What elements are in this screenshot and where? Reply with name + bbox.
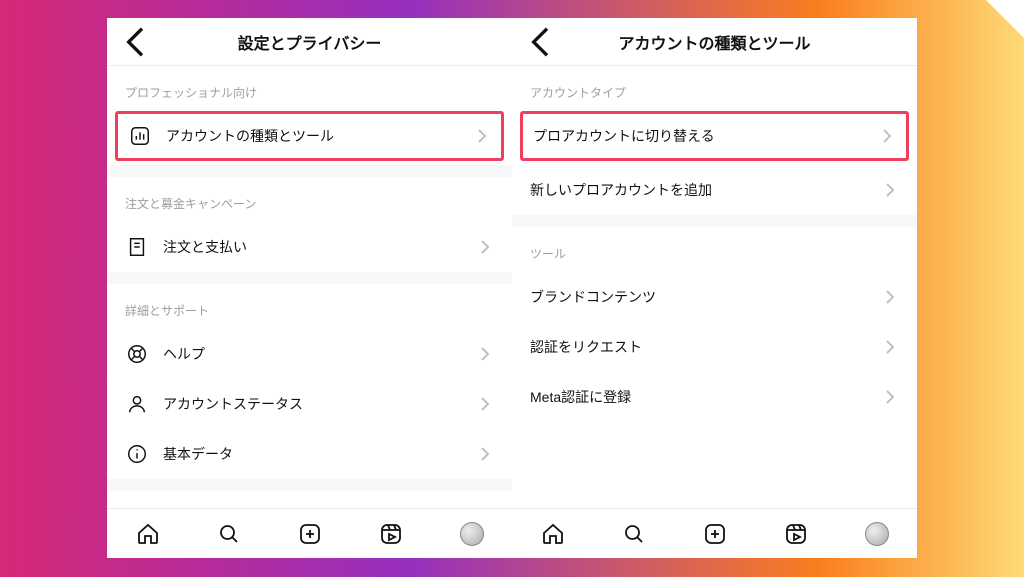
chevron-left-icon [522,22,562,62]
tab-home[interactable] [540,521,566,547]
divider [512,215,917,227]
row-label: 注文と支払い [163,237,462,257]
tab-profile[interactable] [864,521,890,547]
row-label: ブランドコンテンツ [530,287,867,307]
account-type-screen: アカウントの種類とツール アカウントタイプ プロアカウントに切り替える 新しいプ… [512,18,917,558]
home-icon [541,522,565,546]
row-label: 新しいプロアカウントを追加 [530,180,867,200]
help-icon [125,342,149,366]
tab-bar [107,508,512,558]
home-icon [136,522,160,546]
row-help[interactable]: ヘルプ [107,329,512,379]
plus-square-icon [298,522,322,546]
search-icon [217,522,241,546]
row-label: 認証をリクエスト [530,337,867,357]
chevron-right-icon [476,238,494,256]
reels-icon [784,522,808,546]
chevron-right-icon [881,338,899,356]
reels-icon [379,522,403,546]
row-label: アカウントの種類とツール [166,126,459,146]
header: 設定とプライバシー [107,18,512,66]
row-label: 基本データ [163,444,462,464]
section-support-label: 詳細とサポート [107,284,512,329]
chevron-right-icon [476,395,494,413]
receipt-icon [125,235,149,259]
divider [107,272,512,284]
row-switch-pro[interactable]: プロアカウントに切り替える [520,111,909,161]
divider [107,479,512,491]
content: プロフェッショナル向け アカウントの種類とツール 注文と募金キャンペーン 注文と… [107,66,512,508]
tab-search[interactable] [621,521,647,547]
chevron-right-icon [476,445,494,463]
tab-profile[interactable] [459,521,485,547]
search-icon [622,522,646,546]
row-add-pro[interactable]: 新しいプロアカウントを追加 [512,165,917,215]
chevron-right-icon [881,181,899,199]
tab-bar [512,508,917,558]
chevron-right-icon [881,288,899,306]
tab-create[interactable] [702,521,728,547]
row-brand-content[interactable]: ブランドコンテンツ [512,272,917,322]
tab-reels[interactable] [783,521,809,547]
section-account-type-label: アカウントタイプ [512,66,917,111]
row-label: プロアカウントに切り替える [533,126,864,146]
tab-home[interactable] [135,521,161,547]
row-account-status[interactable]: アカウントステータス [107,379,512,429]
plus-square-icon [703,522,727,546]
header: アカウントの種類とツール [512,18,917,66]
row-meta-verified[interactable]: Meta認証に登録 [512,372,917,422]
tab-search[interactable] [216,521,242,547]
back-button[interactable] [522,18,562,65]
content: アカウントタイプ プロアカウントに切り替える 新しいプロアカウントを追加 ツール… [512,66,917,508]
divider [107,165,512,177]
chevron-right-icon [473,127,491,145]
page-title: アカウントの種類とツール [618,30,810,54]
chevron-right-icon [878,127,896,145]
section-login-label: ログイン [107,491,512,508]
avatar-icon [865,522,889,546]
row-basic-data[interactable]: 基本データ [107,429,512,479]
chevron-right-icon [881,388,899,406]
avatar-icon [460,522,484,546]
info-icon [125,442,149,466]
section-orders-label: 注文と募金キャンペーン [107,177,512,222]
chevron-right-icon [476,345,494,363]
back-button[interactable] [117,18,157,65]
tab-reels[interactable] [378,521,404,547]
page-title: 設定とプライバシー [238,30,382,54]
tab-create[interactable] [297,521,323,547]
row-label: アカウントステータス [163,394,462,414]
person-icon [125,392,149,416]
section-tools-label: ツール [512,227,917,272]
row-account-type-tools[interactable]: アカウントの種類とツール [115,111,504,161]
chart-icon [128,124,152,148]
settings-screen: 設定とプライバシー プロフェッショナル向け アカウントの種類とツール 注文と募金… [107,18,512,558]
section-professional-label: プロフェッショナル向け [107,66,512,111]
row-request-verification[interactable]: 認証をリクエスト [512,322,917,372]
row-orders-payments[interactable]: 注文と支払い [107,222,512,272]
chevron-left-icon [117,22,157,62]
row-label: Meta認証に登録 [530,387,867,407]
row-label: ヘルプ [163,344,462,364]
